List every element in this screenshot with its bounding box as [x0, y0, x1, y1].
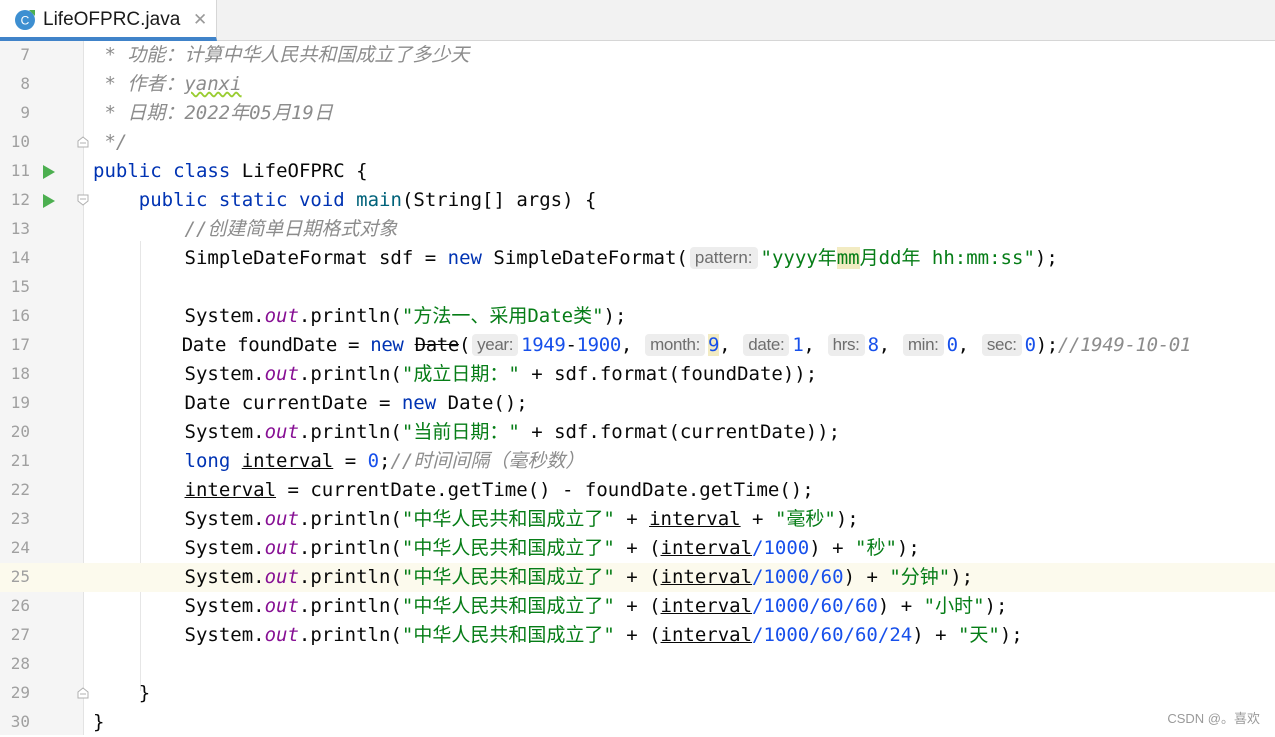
- code-line[interactable]: 29 }: [0, 679, 1275, 708]
- java-class-icon: C: [15, 10, 35, 30]
- fold-icon[interactable]: [77, 687, 89, 699]
- code-line[interactable]: 19 Date currentDate = new Date();: [0, 389, 1275, 418]
- code-line[interactable]: 21 long interval = 0;//时间间隔（毫秒数）: [0, 447, 1275, 476]
- code-editor[interactable]: 7 * 功能：计算中华人民共和国成立了多少天 8 * 作者：yanxi 9 * …: [0, 41, 1275, 735]
- code-text: Date currentDate = new Date();: [184, 392, 528, 414]
- line-number: 28: [10, 654, 30, 673]
- code-line[interactable]: 14 SimpleDateFormat sdf = new SimpleDate…: [0, 244, 1275, 273]
- line-number: 17: [10, 335, 30, 354]
- code-line[interactable]: 13 //创建简单日期格式对象: [0, 215, 1275, 244]
- svg-text:C: C: [21, 14, 30, 28]
- code-text: System.out.println("中华人民共和国成立了" + interv…: [184, 508, 859, 530]
- line-number: 13: [10, 219, 30, 238]
- line-number: 8: [20, 74, 30, 93]
- code-text: System.out.println("中华人民共和国成立了" + (inter…: [184, 537, 920, 559]
- line-number: 29: [10, 683, 30, 702]
- fold-icon[interactable]: [77, 136, 89, 148]
- line-number: 19: [10, 393, 30, 412]
- code-text: public static void main(String[] args) {: [138, 189, 597, 211]
- fold-icon[interactable]: [77, 194, 89, 206]
- code-text: System.out.println("成立日期：" + sdf.format(…: [184, 363, 818, 385]
- code-line[interactable]: 11 public class LifeOFPRC {: [0, 157, 1275, 186]
- code-text: System.out.println("中华人民共和国成立了" + (inter…: [184, 566, 974, 588]
- code-text: }: [138, 682, 151, 704]
- code-text: * 作者：yanxi: [93, 73, 242, 95]
- parameter-hint: sec:: [981, 334, 1022, 356]
- code-line[interactable]: 28: [0, 650, 1275, 679]
- code-line[interactable]: 16 System.out.println("方法一、采用Date类");: [0, 302, 1275, 331]
- code-text: * 日期：2022年05月19日: [93, 102, 333, 124]
- tab-title: LifeOFPRC.java: [43, 9, 181, 30]
- code-line[interactable]: 12 public static void main(String[] args…: [0, 186, 1275, 215]
- code-text: System.out.println("当前日期：" + sdf.format(…: [184, 421, 841, 443]
- code-line[interactable]: 20 System.out.println("当前日期：" + sdf.form…: [0, 418, 1275, 447]
- code-text: Date foundDate = new Date(year: 1949-1900…: [181, 334, 1191, 356]
- line-number: 15: [10, 277, 30, 296]
- tab-lifeofprc-java[interactable]: C LifeOFPRC.java ✕: [0, 0, 217, 41]
- parameter-hint: hrs:: [827, 334, 865, 356]
- line-number: 14: [10, 248, 30, 267]
- code-line-active[interactable]: 25 System.out.println("中华人民共和国成立了" + (in…: [0, 563, 1275, 592]
- code-line[interactable]: 24 System.out.println("中华人民共和国成立了" + (in…: [0, 534, 1275, 563]
- code-line[interactable]: 7 * 功能：计算中华人民共和国成立了多少天: [0, 41, 1275, 70]
- line-number: 11: [10, 161, 30, 180]
- code-line[interactable]: 23 System.out.println("中华人民共和国成立了" + int…: [0, 505, 1275, 534]
- code-text: */: [93, 131, 128, 153]
- code-text: //创建简单日期格式对象: [184, 218, 398, 240]
- line-number: 7: [20, 45, 30, 64]
- line-number: 23: [10, 509, 30, 528]
- line-number: 12: [10, 190, 30, 209]
- code-line[interactable]: 22 interval = currentDate.getTime() - fo…: [0, 476, 1275, 505]
- code-line[interactable]: 26 System.out.println("中华人民共和国成立了" + (in…: [0, 592, 1275, 621]
- line-number: 18: [10, 364, 30, 383]
- parameter-hint: pattern:: [689, 247, 758, 269]
- code-text: interval = currentDate.getTime() - found…: [184, 479, 814, 501]
- line-number: 22: [10, 480, 30, 499]
- code-line[interactable]: 10 */: [0, 128, 1275, 157]
- code-line[interactable]: 17 Date foundDate = new Date(year: 1949-1…: [0, 331, 1275, 360]
- close-icon[interactable]: ✕: [193, 10, 207, 30]
- run-icon[interactable]: [43, 165, 55, 179]
- code-line[interactable]: 18 System.out.println("成立日期：" + sdf.form…: [0, 360, 1275, 389]
- line-number: 16: [10, 306, 30, 325]
- code-line[interactable]: 15: [0, 273, 1275, 302]
- parameter-hint: month:: [645, 334, 705, 356]
- line-number: 27: [10, 625, 30, 644]
- code-line[interactable]: 9 * 日期：2022年05月19日: [0, 99, 1275, 128]
- line-number: 21: [10, 451, 30, 470]
- parameter-hint: min:: [902, 334, 944, 356]
- code-text: SimpleDateFormat sdf = new SimpleDateFor…: [184, 247, 1058, 269]
- line-number: 20: [10, 422, 30, 441]
- line-number: 9: [20, 103, 30, 122]
- watermark: CSDN @。喜欢: [1167, 711, 1260, 726]
- code-line[interactable]: 27 System.out.println("中华人民共和国成立了" + (in…: [0, 621, 1275, 650]
- parameter-hint: date:: [743, 334, 790, 356]
- code-text: }: [93, 711, 105, 733]
- code-line[interactable]: 30 }: [0, 708, 1275, 737]
- line-number: 25: [10, 567, 30, 586]
- code-text: System.out.println("中华人民共和国成立了" + (inter…: [184, 595, 1008, 617]
- line-number: 10: [10, 132, 30, 151]
- parameter-hint: year:: [472, 334, 519, 356]
- line-number: 24: [10, 538, 30, 557]
- code-text: * 功能：计算中华人民共和国成立了多少天: [93, 44, 470, 66]
- code-text: System.out.println("中华人民共和国成立了" + (inter…: [184, 624, 1023, 646]
- run-icon[interactable]: [43, 194, 55, 208]
- line-number: 30: [10, 712, 30, 731]
- line-number: 26: [10, 596, 30, 615]
- code-text: long interval = 0;//时间间隔（毫秒数）: [184, 450, 585, 472]
- code-line[interactable]: 8 * 作者：yanxi: [0, 70, 1275, 99]
- code-text: System.out.println("方法一、采用Date类");: [184, 305, 627, 327]
- code-text: public class LifeOFPRC {: [93, 160, 368, 182]
- editor-tab-bar: C LifeOFPRC.java ✕: [0, 0, 1275, 41]
